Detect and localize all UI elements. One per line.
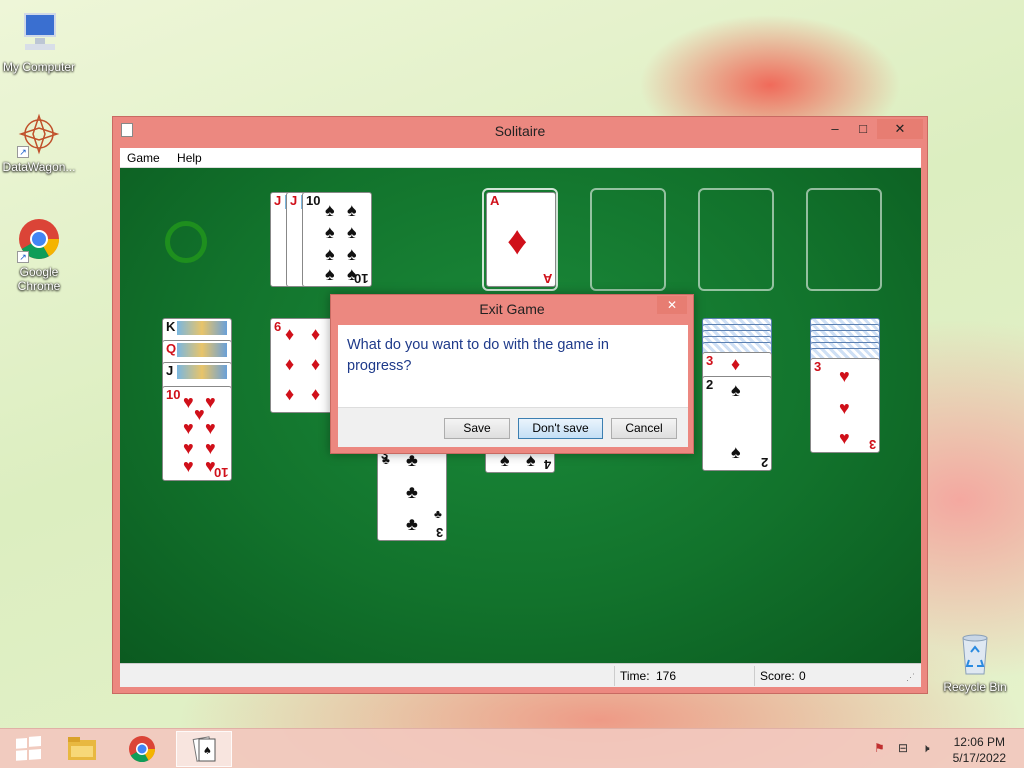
close-button[interactable]: ✕ bbox=[877, 119, 923, 139]
stock-pile[interactable] bbox=[144, 188, 234, 298]
time-label: Time: bbox=[620, 669, 650, 683]
recycle-stock-icon bbox=[165, 221, 207, 263]
foundation-4[interactable] bbox=[806, 188, 882, 291]
folder-icon bbox=[68, 737, 96, 760]
recycle-bin-icon bbox=[951, 630, 999, 678]
foundation-card[interactable]: A ♦ A bbox=[486, 192, 556, 287]
desktop-icon-label: My Computer bbox=[2, 60, 76, 74]
tableau-card[interactable]: 3 ♥ ♥ ♥ 3 bbox=[810, 358, 880, 453]
score-label: Score: bbox=[760, 669, 795, 683]
score-value: 0 bbox=[799, 669, 806, 683]
tableau-card[interactable]: 2 ♠ ♠ 2 bbox=[702, 376, 772, 471]
tableau-card[interactable]: 3 ♣ ♣ ♣ ♣ ♣ 3 bbox=[377, 446, 447, 541]
title-bar[interactable]: Solitaire ‒ □ ✕ bbox=[113, 117, 927, 143]
dialog-body: What do you want to do with the game in … bbox=[338, 325, 688, 447]
chrome-icon bbox=[129, 736, 156, 763]
save-button[interactable]: Save bbox=[444, 418, 510, 439]
dialog-footer: Save Don't save Cancel bbox=[338, 407, 688, 447]
taskbar-solitaire[interactable]: ♠ bbox=[176, 731, 232, 767]
clock-date: 5/17/2022 bbox=[952, 751, 1006, 765]
start-button[interactable] bbox=[0, 731, 56, 767]
menu-game[interactable]: Game bbox=[120, 148, 167, 165]
desktop-icon-chrome[interactable]: ↗ Google Chrome bbox=[0, 215, 78, 293]
volume-muted-icon[interactable]: 🕨 bbox=[922, 741, 930, 756]
maximize-button[interactable]: □ bbox=[849, 119, 877, 139]
minimize-button[interactable]: ‒ bbox=[821, 119, 849, 139]
foundation-1[interactable]: A ♦ A bbox=[482, 188, 558, 291]
taskbar-chrome[interactable] bbox=[114, 731, 170, 767]
time-value: 176 bbox=[656, 669, 677, 683]
svg-text:♠: ♠ bbox=[203, 746, 212, 757]
desktop-icon-recycle-bin[interactable]: Recycle Bin bbox=[936, 630, 1014, 694]
network-icon[interactable]: ⊟ bbox=[898, 741, 908, 755]
dialog-title: Exit Game bbox=[479, 301, 545, 317]
windows-logo-icon bbox=[16, 736, 41, 761]
desktop-icon-my-computer[interactable]: My Computer bbox=[0, 10, 78, 74]
taskbar-explorer[interactable] bbox=[54, 731, 110, 767]
taskbar: ♠ ⚑ ⊟ 🕨 12:06 PM 5/17/2022 bbox=[0, 728, 1024, 768]
desktop-icon-datawagon[interactable]: ↗ DataWagon... bbox=[0, 110, 78, 174]
status-bar: Time: 176 Score: 0 ⋰ bbox=[120, 663, 921, 687]
desktop-icon-label: Recycle Bin bbox=[943, 680, 1007, 694]
system-clock[interactable]: 12:06 PM 5/17/2022 bbox=[953, 734, 1006, 766]
desktop-icon-label: Google Chrome bbox=[17, 265, 61, 293]
desktop-icon-label: DataWagon... bbox=[2, 160, 76, 174]
datawagon-icon: ↗ bbox=[15, 110, 63, 158]
waste-top-card[interactable]: 10 ♠ ♠ ♠ ♠ ♠ ♠ ♠ ♠ 10 bbox=[302, 192, 372, 287]
chrome-icon: ↗ bbox=[15, 215, 63, 263]
foundation-2[interactable] bbox=[590, 188, 666, 291]
action-center-flag-icon[interactable]: ⚑ bbox=[874, 741, 885, 755]
cards-icon: ♠ bbox=[192, 736, 216, 762]
dialog-message: What do you want to do with the game in … bbox=[347, 337, 609, 374]
shortcut-arrow-icon: ↗ bbox=[17, 146, 29, 158]
window-title: Solitaire bbox=[494, 123, 546, 139]
menu-help[interactable]: Help bbox=[170, 148, 209, 165]
dialog-close-button[interactable]: ✕ bbox=[657, 296, 687, 314]
tableau-card[interactable]: 10 ♥ ♥ ♥ ♥ ♥ ♥ ♥ ♥ ♥ 10 bbox=[162, 386, 232, 481]
computer-icon bbox=[15, 10, 63, 58]
foundation-3[interactable] bbox=[698, 188, 774, 291]
exit-game-dialog: Exit Game ✕ What do you want to do with … bbox=[330, 294, 694, 454]
dont-save-button[interactable]: Don't save bbox=[518, 418, 603, 439]
cancel-button[interactable]: Cancel bbox=[611, 418, 677, 439]
menu-bar: Game Help bbox=[120, 148, 921, 168]
resize-grip-icon[interactable]: ⋰ bbox=[906, 672, 915, 683]
clock-time: 12:06 PM bbox=[953, 735, 1005, 749]
shortcut-arrow-icon: ↗ bbox=[17, 251, 29, 263]
